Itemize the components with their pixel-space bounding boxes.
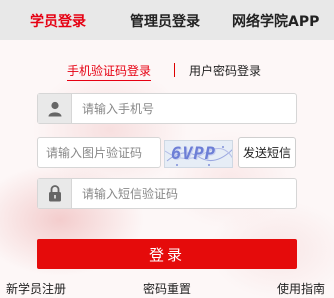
tab-password-login[interactable]: 用户密码登录	[189, 62, 261, 79]
tab-student-login[interactable]: 学员登录	[30, 11, 86, 31]
send-sms-button[interactable]: 发送短信	[238, 137, 296, 168]
sms-code-field	[37, 178, 297, 209]
phone-field	[37, 93, 297, 124]
user-icon	[38, 94, 72, 123]
tab-divider	[174, 63, 175, 77]
captcha-text: 6VPP	[171, 144, 216, 164]
tab-app[interactable]: 网络学院APP	[232, 11, 319, 31]
reset-password-link[interactable]: 密码重置	[143, 280, 191, 297]
captcha-image[interactable]: 6VPP	[164, 140, 233, 168]
sms-code-input[interactable]	[82, 179, 292, 208]
captcha-field	[37, 137, 161, 168]
guide-link[interactable]: 使用指南	[277, 280, 325, 297]
tab-admin-login[interactable]: 管理员登录	[130, 11, 200, 31]
top-tab-bar: 学员登录 管理员登录 网络学院APP	[0, 0, 334, 40]
login-button[interactable]: 登录	[37, 239, 297, 269]
phone-input[interactable]	[82, 94, 292, 123]
lock-icon	[38, 179, 72, 208]
captcha-input[interactable]	[46, 138, 158, 167]
login-method-tabs: 手机验证码登录 用户密码登录	[0, 62, 334, 81]
register-link[interactable]: 新学员注册	[6, 280, 66, 297]
tab-sms-login[interactable]: 手机验证码登录	[67, 62, 152, 81]
